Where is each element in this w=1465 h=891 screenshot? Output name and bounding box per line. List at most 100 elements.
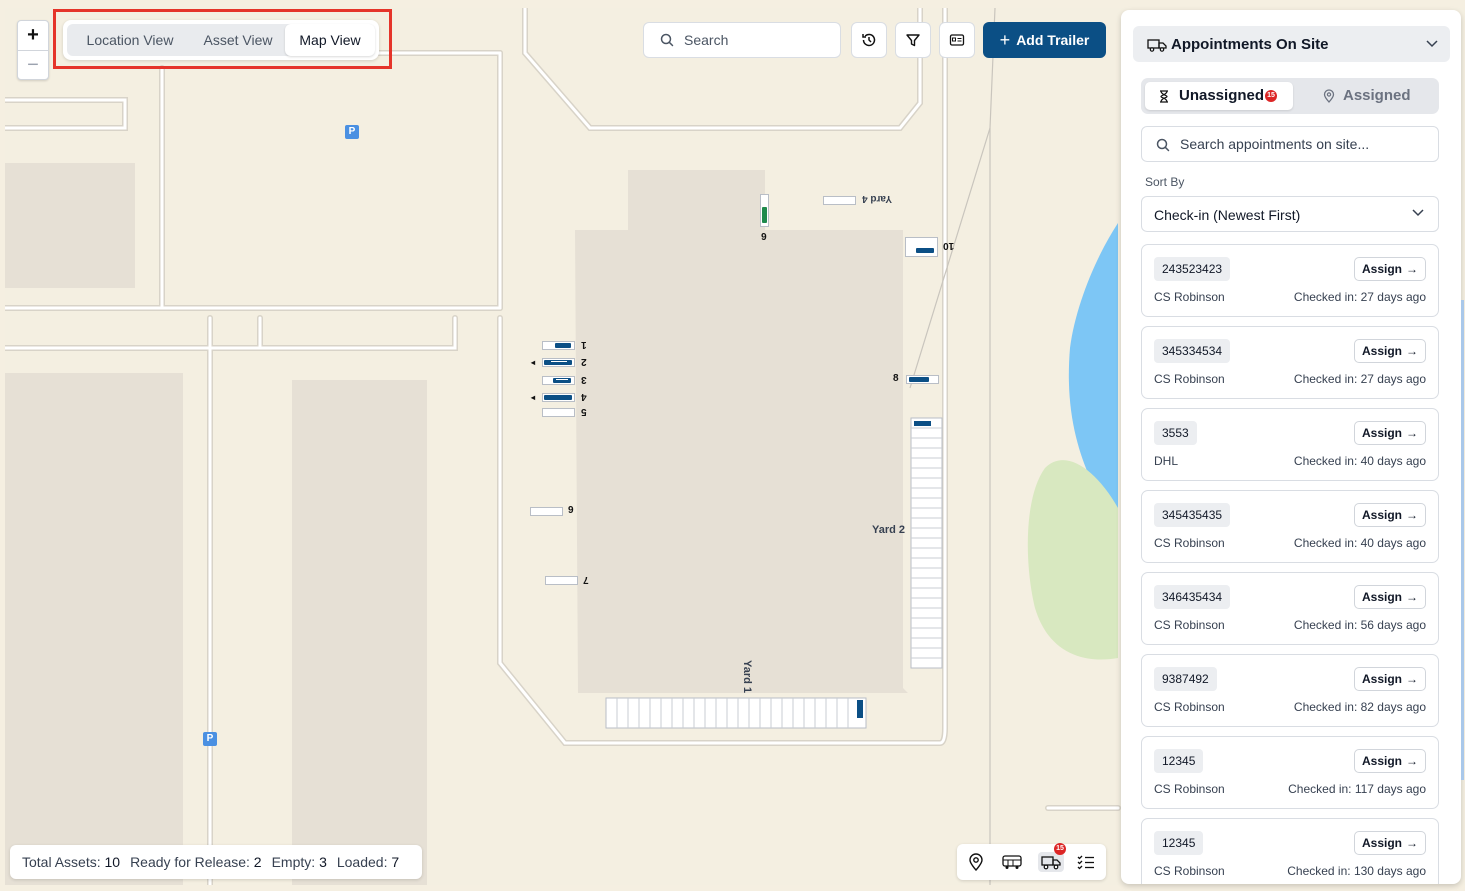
assignment-tabs: Unassigned 15 Assigned xyxy=(1141,78,1439,114)
history-button[interactable] xyxy=(851,22,887,58)
truck-icon xyxy=(1041,856,1061,870)
assign-button[interactable]: Assign → xyxy=(1354,339,1426,363)
parking-slot-1[interactable] xyxy=(542,341,575,350)
yard-4-label: Yard 4 xyxy=(862,193,893,204)
panel-header[interactable]: Appointments On Site xyxy=(1133,26,1450,62)
add-trailer-label: Add Trailer xyxy=(1016,32,1090,48)
slot-number-7: 7 xyxy=(583,574,589,585)
hourglass-icon xyxy=(1160,90,1168,103)
parking-slot-2[interactable] xyxy=(542,358,575,367)
parking-slot-4[interactable] xyxy=(542,393,575,402)
checked-in-time: Checked in: 40 days ago xyxy=(1293,454,1426,468)
appointment-card[interactable]: 9387492 Assign → CS Robinson Checked in: … xyxy=(1141,654,1439,727)
bus-button[interactable] xyxy=(1001,852,1023,872)
arrow-right-icon: → xyxy=(1406,590,1418,604)
tab-unassigned[interactable]: Unassigned 15 xyxy=(1145,82,1293,110)
parking-slot-8[interactable] xyxy=(906,375,939,384)
tab-asset-view[interactable]: Asset View xyxy=(191,24,285,56)
carrier-name: CS Robinson xyxy=(1154,782,1225,796)
checklist-icon xyxy=(1077,855,1094,870)
bus-icon xyxy=(1002,855,1022,869)
yard-2-label: Yard 2 xyxy=(872,524,906,536)
tab-assigned[interactable]: Assigned xyxy=(1293,82,1435,110)
appointment-id: 9387492 xyxy=(1154,667,1217,691)
appointment-id: 12345 xyxy=(1154,831,1204,855)
parking-slot-9[interactable] xyxy=(530,507,563,516)
zoom-in-button[interactable]: + xyxy=(18,21,48,51)
appointment-card[interactable]: 3553 Assign → DHL Checked in: 40 days ago xyxy=(1141,408,1439,481)
parking-slot-5[interactable] xyxy=(542,408,575,417)
appointment-card[interactable]: 243523423 Assign → CS Robinson Checked in… xyxy=(1141,244,1439,317)
assign-button[interactable]: Assign → xyxy=(1354,831,1426,855)
appointment-id: 243523423 xyxy=(1154,257,1231,281)
tab-unassigned-label: Unassigned xyxy=(1179,87,1265,104)
asset-stats-bar: Total Assets: 10 Ready for Release: 2 Em… xyxy=(10,845,422,879)
search-input[interactable] xyxy=(682,31,836,49)
parking-slot-6[interactable] xyxy=(760,194,769,227)
checked-in-time: Checked in: 27 days ago xyxy=(1293,290,1426,304)
loaded-count: Loaded: 7 xyxy=(336,854,400,870)
assign-button[interactable]: Assign → xyxy=(1354,667,1426,691)
yard-1-label: Yard 1 xyxy=(741,660,753,694)
chevron-down-icon xyxy=(1426,40,1438,48)
appointment-card[interactable]: 345334534 Assign → CS Robinson Checked in… xyxy=(1141,326,1439,399)
arrow-right-icon: → xyxy=(1406,426,1418,440)
id-card-icon xyxy=(949,34,965,46)
slot-number-2: 2 xyxy=(581,356,587,367)
id-card-button[interactable] xyxy=(939,22,975,58)
appointment-id: 345435435 xyxy=(1154,503,1231,527)
checked-in-time: Checked in: 82 days ago xyxy=(1293,700,1426,714)
panel-scrollbar[interactable] xyxy=(1461,300,1464,780)
slot-number-4: 4 xyxy=(581,391,587,402)
tab-map-view[interactable]: Map View xyxy=(285,24,375,56)
appointment-card[interactable]: 346435434 Assign → CS Robinson Checked in… xyxy=(1141,572,1439,645)
slot-number-3: 3 xyxy=(581,374,587,385)
notification-badge: 15 xyxy=(1054,843,1066,855)
arrow-right-icon: → xyxy=(1406,508,1418,522)
arrow-right-icon: → xyxy=(1406,754,1418,768)
assign-button[interactable]: Assign → xyxy=(1354,421,1426,445)
checked-in-time: Checked in: 117 days ago xyxy=(1288,782,1426,796)
tab-location-view[interactable]: Location View xyxy=(69,24,191,56)
slot-number-10: 10 xyxy=(943,240,955,251)
carrier-name: CS Robinson xyxy=(1154,864,1225,878)
sort-label: Sort By xyxy=(1145,175,1185,189)
appointment-search-input[interactable] xyxy=(1178,135,1432,153)
checked-in-time: Checked in: 130 days ago xyxy=(1287,864,1426,878)
assign-button[interactable]: Assign → xyxy=(1354,749,1426,773)
parking-slot-7[interactable] xyxy=(545,576,578,585)
parking-slot-10[interactable] xyxy=(905,237,938,257)
assign-button[interactable]: Assign → xyxy=(1354,585,1426,609)
parking-slot-yard4[interactable] xyxy=(823,196,856,205)
carrier-name: CS Robinson xyxy=(1154,290,1225,304)
tab-assigned-label: Assigned xyxy=(1343,87,1411,104)
filter-button[interactable] xyxy=(895,22,931,58)
location-pin-icon xyxy=(969,853,983,871)
slot-number-1: 1 xyxy=(581,339,587,350)
arrow-right-icon: → xyxy=(1406,836,1418,850)
arrow-right-icon: → xyxy=(1406,262,1418,276)
assign-button[interactable]: Assign → xyxy=(1354,257,1426,281)
zoom-out-button[interactable]: − xyxy=(18,51,48,80)
slot-number-5: 5 xyxy=(581,406,587,417)
caret-left-icon: ◂ xyxy=(531,358,536,367)
sort-select[interactable]: Check-in (Newest First) xyxy=(1141,196,1439,232)
appointment-id: 3553 xyxy=(1154,421,1197,445)
appointment-card[interactable]: 12345 Assign → CS Robinson Checked in: 13… xyxy=(1141,818,1439,884)
search-icon xyxy=(660,33,674,47)
assign-button[interactable]: Assign → xyxy=(1354,503,1426,527)
truck-icon xyxy=(1147,39,1167,52)
add-trailer-button[interactable]: + Add Trailer xyxy=(983,22,1106,58)
sort-value: Check-in (Newest First) xyxy=(1154,207,1301,223)
location-pin-button[interactable] xyxy=(965,852,987,872)
checklist-button[interactable] xyxy=(1075,852,1097,872)
carrier-name: CS Robinson xyxy=(1154,372,1225,386)
appointment-id: 346435434 xyxy=(1154,585,1231,609)
ready-for-release: Ready for Release: 2 xyxy=(130,854,262,870)
appointment-card[interactable]: 12345 Assign → CS Robinson Checked in: 11… xyxy=(1141,736,1439,809)
parking-slot-3[interactable] xyxy=(542,376,575,385)
unassigned-count-badge: 15 xyxy=(1265,90,1277,102)
appointment-card[interactable]: 345435435 Assign → CS Robinson Checked in… xyxy=(1141,490,1439,563)
parking-icon: P xyxy=(345,125,359,139)
truck-button[interactable] xyxy=(1038,852,1064,872)
